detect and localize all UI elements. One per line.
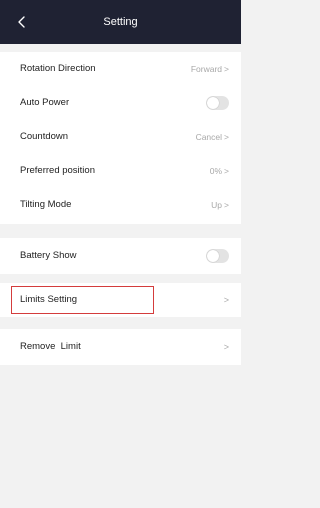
remove-limit-label: Remove Limit — [20, 341, 81, 352]
countdown-value-text: Cancel — [195, 132, 223, 142]
chevron-right-icon: > — [223, 342, 229, 352]
preferred-position-label: Preferred position — [20, 165, 95, 176]
preferred-position-row[interactable]: Preferred position 0% > — [0, 154, 241, 188]
auto-power-toggle[interactable] — [206, 96, 229, 110]
countdown-value: Cancel > — [196, 130, 229, 144]
rotation-direction-label: Rotation Direction — [20, 63, 96, 74]
highlight-box — [11, 286, 154, 314]
countdown-label: Countdown — [20, 131, 69, 142]
countdown-row[interactable]: Countdown Cancel > — [0, 120, 241, 154]
tilting-mode-label: Tilting Mode — [20, 199, 72, 210]
chevron-right-icon: > — [224, 166, 229, 176]
auto-power-label: Auto Power — [20, 97, 70, 108]
battery-show-label: Battery Show — [20, 250, 77, 261]
rotation-direction-value: Forward > — [191, 62, 229, 76]
chevron-right-icon: > — [223, 295, 229, 305]
rotation-direction-value-text: Forward — [190, 64, 223, 74]
header-bar: Setting — [0, 0, 241, 44]
toggle-knob — [207, 97, 219, 109]
auto-power-row: Auto Power — [0, 86, 241, 120]
chevron-right-icon: > — [224, 132, 229, 142]
battery-show-row: Battery Show — [0, 239, 241, 273]
preferred-position-value: 0% > — [210, 164, 229, 178]
rotation-direction-row[interactable]: Rotation Direction Forward > — [0, 52, 241, 86]
tilting-mode-value-text: Up — [211, 200, 223, 210]
remove-limit-row[interactable]: Remove Limit > — [0, 330, 241, 364]
toggle-knob — [207, 250, 219, 262]
chevron-right-icon: > — [224, 200, 229, 210]
tilting-mode-value: Up > — [211, 198, 229, 212]
settings-group-battery: Battery Show — [0, 238, 241, 274]
tilting-mode-row[interactable]: Tilting Mode Up > — [0, 188, 241, 222]
settings-group-remove: Remove Limit > — [0, 329, 241, 365]
battery-show-toggle[interactable] — [206, 249, 229, 263]
settings-group-main: Rotation Direction Forward > Auto Power C… — [0, 52, 241, 224]
page-title: Setting — [103, 16, 138, 28]
preferred-position-value-text: 0% — [209, 166, 223, 176]
chevron-right-icon: > — [224, 64, 229, 74]
